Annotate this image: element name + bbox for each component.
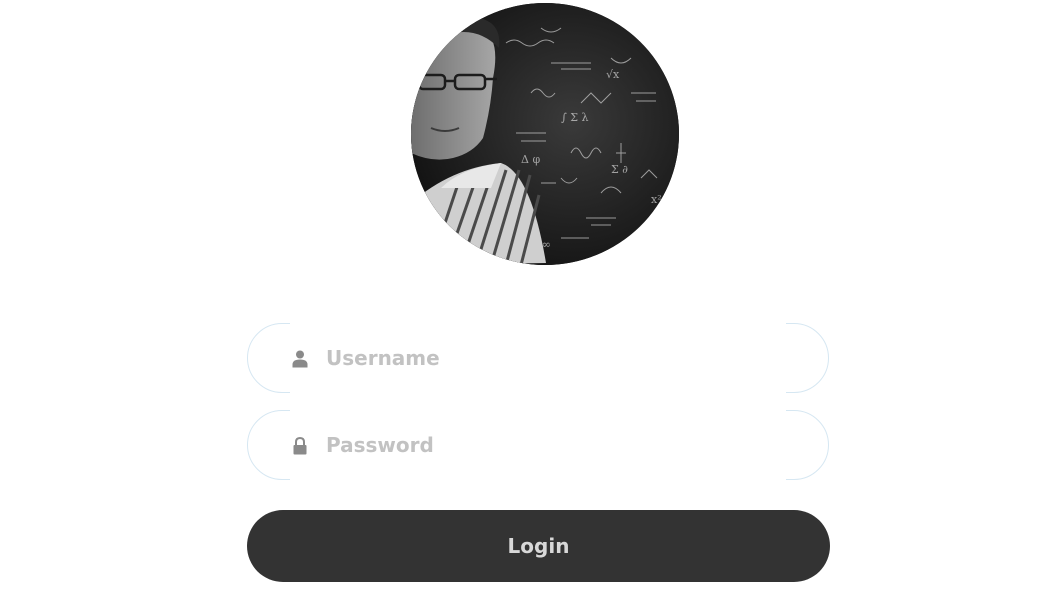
- login-button[interactable]: Login: [247, 510, 830, 582]
- lock-icon: [293, 437, 307, 455]
- username-field: [247, 322, 829, 394]
- password-input[interactable]: [326, 411, 806, 479]
- username-input[interactable]: [326, 324, 806, 392]
- password-field: [247, 409, 829, 481]
- svg-text:∫ Σ λ: ∫ Σ λ: [561, 111, 589, 124]
- user-icon: [292, 350, 308, 368]
- profile-avatar: ∫ Σ λ √x Δ φ Σ ∂ x² π ∞: [411, 3, 679, 265]
- avatar-image: ∫ Σ λ √x Δ φ Σ ∂ x² π ∞: [411, 3, 679, 265]
- svg-text:Σ ∂: Σ ∂: [611, 163, 628, 176]
- svg-text:√x: √x: [606, 68, 620, 81]
- svg-text:x²: x²: [651, 193, 662, 206]
- svg-text:Δ φ: Δ φ: [521, 153, 540, 166]
- login-page: ∫ Σ λ √x Δ φ Σ ∂ x² π ∞: [0, 0, 1058, 595]
